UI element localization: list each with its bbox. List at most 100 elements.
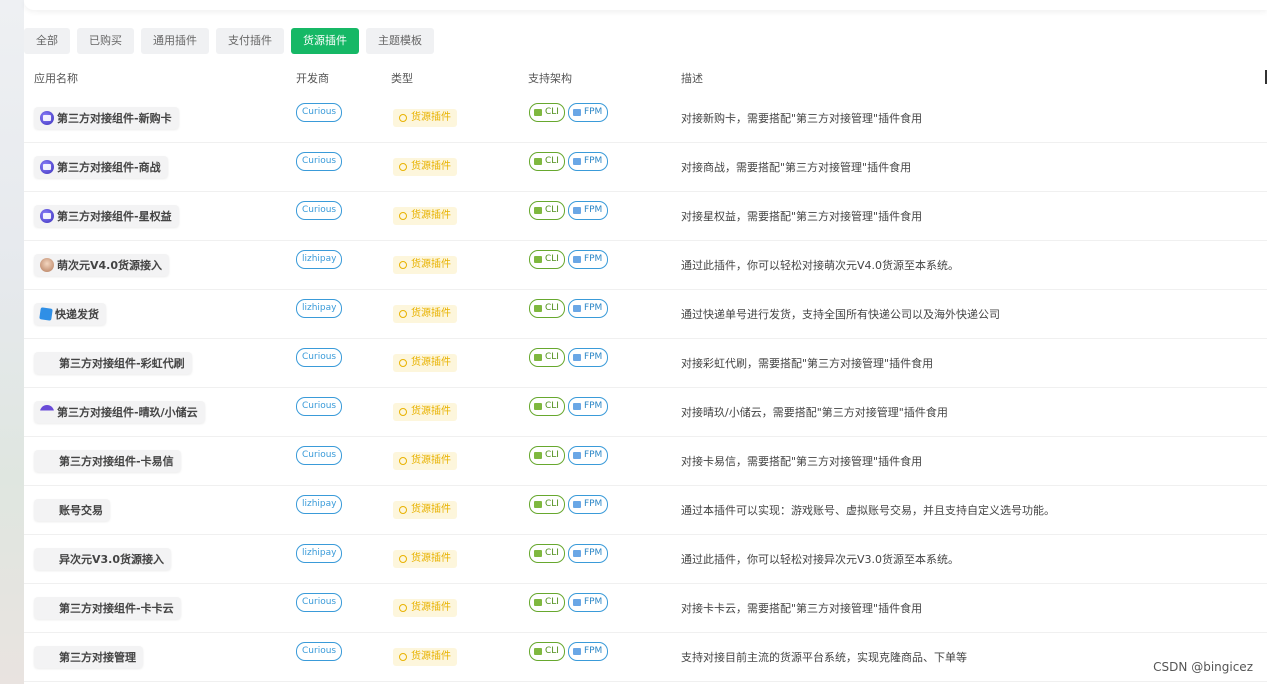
arch-label: FPM [583,106,603,117]
blank-icon [40,356,56,370]
blank-icon [40,601,56,615]
developer-badge: Curious [296,445,343,465]
arch-label: CLI [545,645,559,656]
fpm-icon [572,647,581,655]
type-label: 货源插件 [411,308,451,319]
app-name: 第三方对接管理 [59,651,136,664]
type-badge: 货源插件 [393,550,457,568]
plugin-type-icon [399,555,407,563]
developer-badge: Curious [296,641,343,661]
purple-app-icon [40,111,54,125]
table-row[interactable]: 第三方对接组件-彩虹代刷 Curious 货源插件 CLI FPM 对接彩虹代刷… [24,339,1267,388]
table-row[interactable]: 快递发货 lizhipay 货源插件 CLI FPM 通过快递单号进行发货，支持… [24,290,1267,339]
filter-tabs: 全部 已购买 通用插件 支付插件 货源插件 主题模板 [24,28,434,54]
column-header-arch: 支持架构 [528,72,572,85]
app-name-chip[interactable]: 第三方对接组件-卡易信 [34,450,181,472]
app-name: 第三方对接组件-星权益 [57,210,172,223]
arch-badge-cli: CLI [529,641,565,661]
fpm-icon [572,451,581,459]
table-row[interactable]: 异次元V3.0货源接入 lizhipay 货源插件 CLI FPM 通过此插件，… [24,535,1267,584]
tab-all[interactable]: 全部 [24,28,70,54]
table-row[interactable]: 第三方对接组件-新购卡 Curious 货源插件 CLI FPM 对接新购卡，需… [24,94,1267,143]
arch-label: FPM [583,253,603,264]
fpm-icon [572,108,581,116]
arch-badge-fpm: FPM [567,445,609,465]
column-header-name: 应用名称 [34,72,78,85]
description: 对接彩虹代刷，需要搭配"第三方对接管理"插件食用 [681,357,934,370]
type-label: 货源插件 [411,112,451,123]
arch-label: FPM [583,645,603,656]
description: 对接新购卡，需要搭配"第三方对接管理"插件食用 [681,112,923,125]
app-name: 萌次元V4.0货源接入 [57,259,162,272]
plugin-type-icon [399,506,407,514]
type-badge: 货源插件 [393,599,457,617]
table-row[interactable]: 第三方对接组件-卡卡云 Curious 货源插件 CLI FPM 对接卡卡云，需… [24,584,1267,633]
plugin-table-body: 第三方对接组件-新购卡 Curious 货源插件 CLI FPM 对接新购卡，需… [24,94,1267,682]
tab-payment-plugins[interactable]: 支付插件 [216,28,284,54]
watermark: CSDN @bingicez [1153,660,1253,674]
table-row[interactable]: 账号交易 lizhipay 货源插件 CLI FPM 通过本插件可以实现：游戏账… [24,486,1267,535]
cli-icon [534,353,542,361]
fpm-icon [572,157,581,165]
cli-icon [534,598,542,606]
description: 对接卡易信，需要搭配"第三方对接管理"插件食用 [681,455,923,468]
description: 通过此插件，你可以轻松对接异次元V3.0货源至本系统。 [681,553,960,566]
tab-supply-plugins[interactable]: 货源插件 [291,28,359,54]
plugin-type-icon [399,163,407,171]
arch-label: CLI [545,547,559,558]
developer-badge: Curious [296,102,343,122]
tab-general-plugins[interactable]: 通用插件 [141,28,209,54]
developer-badge: Curious [296,151,343,171]
type-badge: 货源插件 [393,109,457,127]
tab-purchased[interactable]: 已购买 [77,28,134,54]
app-name-chip[interactable]: 异次元V3.0货源接入 [34,548,171,570]
type-badge: 货源插件 [393,648,457,666]
type-badge: 货源插件 [393,158,457,176]
arch-label: CLI [545,253,559,264]
developer-badge: lizhipay [296,543,343,563]
type-label: 货源插件 [411,651,451,662]
cli-icon [534,500,542,508]
app-name: 第三方对接组件-卡卡云 [59,602,174,615]
description: 对接晴玖/小储云，需要搭配"第三方对接管理"插件食用 [681,406,948,419]
app-name-chip[interactable]: 萌次元V4.0货源接入 [34,254,169,276]
purple-app-icon [40,209,54,223]
description: 通过本插件可以实现：游戏账号、虚拟账号交易，并且支持自定义选号功能。 [681,504,1055,517]
type-badge: 货源插件 [393,305,457,323]
table-row[interactable]: 萌次元V4.0货源接入 lizhipay 货源插件 CLI FPM 通过此插件，… [24,241,1267,290]
arch-badge-cli: CLI [529,102,565,122]
app-name-chip[interactable]: 第三方对接组件-晴玖/小储云 [34,401,205,423]
arch-badge-fpm: FPM [567,592,609,612]
arch-badge-fpm: FPM [567,396,609,416]
app-name: 第三方对接组件-彩虹代刷 [59,357,185,370]
table-row[interactable]: 第三方对接组件-卡易信 Curious 货源插件 CLI FPM 对接卡易信，需… [24,437,1267,486]
arch-badge-cli: CLI [529,445,565,465]
app-name-chip[interactable]: 快递发货 [34,303,106,325]
arch-label: FPM [583,351,603,362]
arch-label: CLI [545,204,559,215]
developer-badge: Curious [296,592,343,612]
plugin-type-icon [399,408,407,416]
app-name-chip[interactable]: 第三方对接组件-星权益 [34,205,179,227]
arch-badge-fpm: FPM [567,298,609,318]
tab-theme-templates[interactable]: 主题模板 [366,28,434,54]
table-row[interactable]: 第三方对接组件-星权益 Curious 货源插件 CLI FPM 对接星权益，需… [24,192,1267,241]
table-row[interactable]: 第三方对接组件-晴玖/小储云 Curious 货源插件 CLI FPM 对接晴玖… [24,388,1267,437]
arch-badge-fpm: FPM [567,494,609,514]
arch-badge-fpm: FPM [567,347,609,367]
app-name-chip[interactable]: 第三方对接管理 [34,646,143,668]
type-label: 货源插件 [411,161,451,172]
table-row[interactable]: 第三方对接管理 Curious 货源插件 CLI FPM 支持对接目前主流的货源… [24,633,1267,682]
app-name-chip[interactable]: 第三方对接组件-彩虹代刷 [34,352,192,374]
plugin-type-icon [399,261,407,269]
arch-label: FPM [583,596,603,607]
app-name-chip[interactable]: 第三方对接组件-商战 [34,156,168,178]
app-name-chip[interactable]: 第三方对接组件-卡卡云 [34,597,181,619]
app-name-chip[interactable]: 第三方对接组件-新购卡 [34,107,179,129]
cli-icon [534,157,542,165]
app-name-chip[interactable]: 账号交易 [34,499,110,521]
arch-badge-fpm: FPM [567,543,609,563]
table-row[interactable]: 第三方对接组件-商战 Curious 货源插件 CLI FPM 对接商战，需要搭… [24,143,1267,192]
description: 通过此插件，你可以轻松对接萌次元V4.0货源至本系统。 [681,259,960,272]
plugin-type-icon [399,212,407,220]
